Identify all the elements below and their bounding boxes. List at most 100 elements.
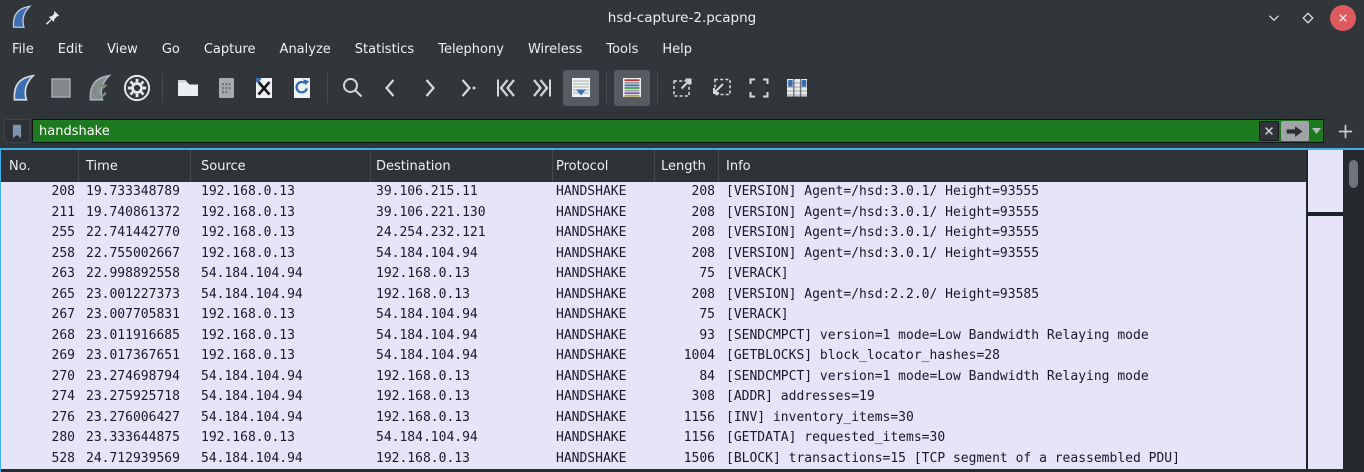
reload-file-button[interactable] (284, 70, 320, 106)
open-file-button[interactable] (170, 70, 206, 106)
restart-capture-button[interactable] (81, 70, 117, 106)
menu-statistics[interactable]: Statistics (345, 39, 424, 60)
column-header-protocol[interactable]: Protocol (553, 150, 655, 182)
cell-no: 276 (51, 409, 75, 425)
packet-row[interactable]: 274 23.275925718 54.184.104.94 192.168.0… (1, 387, 1306, 408)
filter-add-button[interactable] (1332, 119, 1358, 143)
packet-row[interactable]: 263 22.998892558 54.184.104.94 192.168.0… (1, 264, 1306, 285)
cell-length: 75 (699, 307, 715, 322)
last-packet-button[interactable] (525, 70, 561, 106)
save-file-button[interactable] (208, 70, 244, 106)
scrollbar-thumb[interactable] (1349, 160, 1358, 188)
cell-destination: 192.168.0.13 (376, 409, 470, 425)
cell-time: 22.741442770 (86, 225, 180, 240)
minimize-icon (1269, 15, 1279, 22)
packet-row[interactable]: 255 22.741442770 192.168.0.13 24.254.232… (1, 223, 1306, 244)
cell-info: [GETDATA] requested_items=30 (726, 430, 946, 445)
toolbar-separator (606, 73, 607, 103)
cell-destination: 54.184.104.94 (376, 348, 478, 363)
menu-view[interactable]: View (97, 39, 148, 60)
column-header-no[interactable]: No. (1, 150, 79, 182)
vertical-scrollbar[interactable] (1343, 150, 1364, 472)
find-packet-button[interactable] (335, 70, 371, 106)
cell-length: 308 (691, 389, 715, 404)
cell-destination: 24.254.232.121 (376, 225, 486, 240)
menu-telephony[interactable]: Telephony (428, 39, 514, 60)
stop-capture-button[interactable] (43, 70, 79, 106)
dashed-square-in-icon (713, 78, 731, 96)
packet-row[interactable]: 211 19.740861372 192.168.0.13 39.106.221… (1, 202, 1306, 223)
menu-analyze[interactable]: Analyze (270, 39, 341, 60)
cell-time: 23.275925718 (86, 389, 180, 404)
minimize-button[interactable] (1262, 6, 1286, 30)
packet-row[interactable]: 269 23.017367651 192.168.0.13 54.184.104… (1, 346, 1306, 367)
packet-row[interactable]: 276 23.276006427 54.184.104.94 192.168.0… (1, 407, 1306, 428)
colorize-button[interactable] (614, 70, 650, 106)
normal-size-button[interactable] (741, 70, 777, 106)
packet-row[interactable]: 270 23.274698794 54.184.104.94 192.168.0… (1, 366, 1306, 387)
cell-source: 192.168.0.13 (201, 184, 295, 199)
wireshark-fin-icon (13, 74, 36, 101)
close-file-button[interactable] (246, 70, 282, 106)
column-header-info[interactable]: Info (719, 150, 1306, 182)
column-header-destination[interactable]: Destination (371, 150, 553, 182)
start-capture-button[interactable] (5, 70, 41, 106)
menu-tools[interactable]: Tools (596, 39, 648, 60)
cell-info: [VERSION] Agent=/hsd:3.0.1/ Height=93555 (726, 184, 1040, 199)
resize-columns-button[interactable] (779, 70, 815, 106)
cell-protocol: HANDSHAKE (556, 266, 627, 281)
zoom-out-button[interactable] (703, 70, 739, 106)
cell-no: 269 (51, 348, 75, 363)
menu-go[interactable]: Go (152, 39, 190, 60)
filter-bookmark-button[interactable] (4, 119, 30, 143)
cell-protocol: HANDSHAKE (556, 450, 627, 466)
cell-length: 84 (699, 368, 715, 384)
filter-dropdown-button[interactable] (1309, 120, 1323, 142)
previous-packet-button[interactable] (373, 70, 409, 106)
go-to-packet-button[interactable] (449, 70, 485, 106)
filter-clear-button[interactable] (1259, 121, 1279, 141)
auto-scroll-button[interactable] (563, 70, 599, 106)
cell-protocol: HANDSHAKE (556, 184, 627, 199)
cell-source: 192.168.0.13 (201, 327, 295, 343)
cell-info: [VERACK] (726, 266, 789, 281)
cell-no: 258 (51, 245, 75, 261)
chevron-right-icon (425, 79, 435, 97)
next-packet-button[interactable] (411, 70, 447, 106)
maximize-button[interactable] (1296, 6, 1320, 30)
packet-row[interactable]: 280 23.333644875 192.168.0.13 54.184.104… (1, 428, 1306, 449)
zoom-in-button[interactable] (665, 70, 701, 106)
packet-list: No. Time Source Destination Protocol Len… (1, 150, 1306, 472)
cell-time: 22.755002667 (86, 245, 180, 261)
capture-options-button[interactable] (119, 70, 155, 106)
menu-wireless[interactable]: Wireless (518, 39, 592, 60)
maximize-icon (1302, 12, 1314, 24)
menubar: File Edit View Go Capture Analyze Statis… (0, 36, 1364, 62)
packet-row[interactable]: 268 23.011916685 192.168.0.13 54.184.104… (1, 325, 1306, 346)
pane-splitter[interactable] (1308, 212, 1343, 216)
display-filter-input[interactable] (33, 120, 1258, 142)
menu-capture[interactable]: Capture (194, 39, 266, 60)
cell-length: 208 (691, 204, 715, 220)
menu-edit[interactable]: Edit (48, 39, 93, 60)
packet-row[interactable]: 528 24.712939569 54.184.104.94 192.168.0… (1, 448, 1306, 469)
column-header-length[interactable]: Length (655, 150, 719, 182)
menu-help[interactable]: Help (652, 39, 702, 60)
first-packet-button[interactable] (487, 70, 523, 106)
toolbar-separator (657, 73, 658, 103)
packet-row[interactable]: 267 23.007705831 192.168.0.13 54.184.104… (1, 305, 1306, 326)
cell-source: 54.184.104.94 (201, 450, 303, 466)
close-button[interactable] (1330, 5, 1356, 31)
cell-source: 192.168.0.13 (201, 225, 295, 240)
cell-length: 1004 (683, 348, 715, 363)
packet-row[interactable]: 258 22.755002667 192.168.0.13 54.184.104… (1, 243, 1306, 264)
cell-source: 54.184.104.94 (201, 286, 303, 302)
packet-row[interactable]: 208 19.733348789 192.168.0.13 39.106.215… (1, 182, 1306, 203)
document-arrow-down-icon (572, 78, 590, 97)
filter-apply-button[interactable] (1281, 121, 1309, 141)
column-header-time[interactable]: Time (79, 150, 191, 182)
column-header-source[interactable]: Source (191, 150, 371, 182)
packet-row[interactable]: 265 23.001227373 54.184.104.94 192.168.0… (1, 284, 1306, 305)
cell-info: [VERSION] Agent=/hsd:2.2.0/ Height=93585 (726, 286, 1040, 302)
menu-file[interactable]: File (2, 39, 44, 60)
